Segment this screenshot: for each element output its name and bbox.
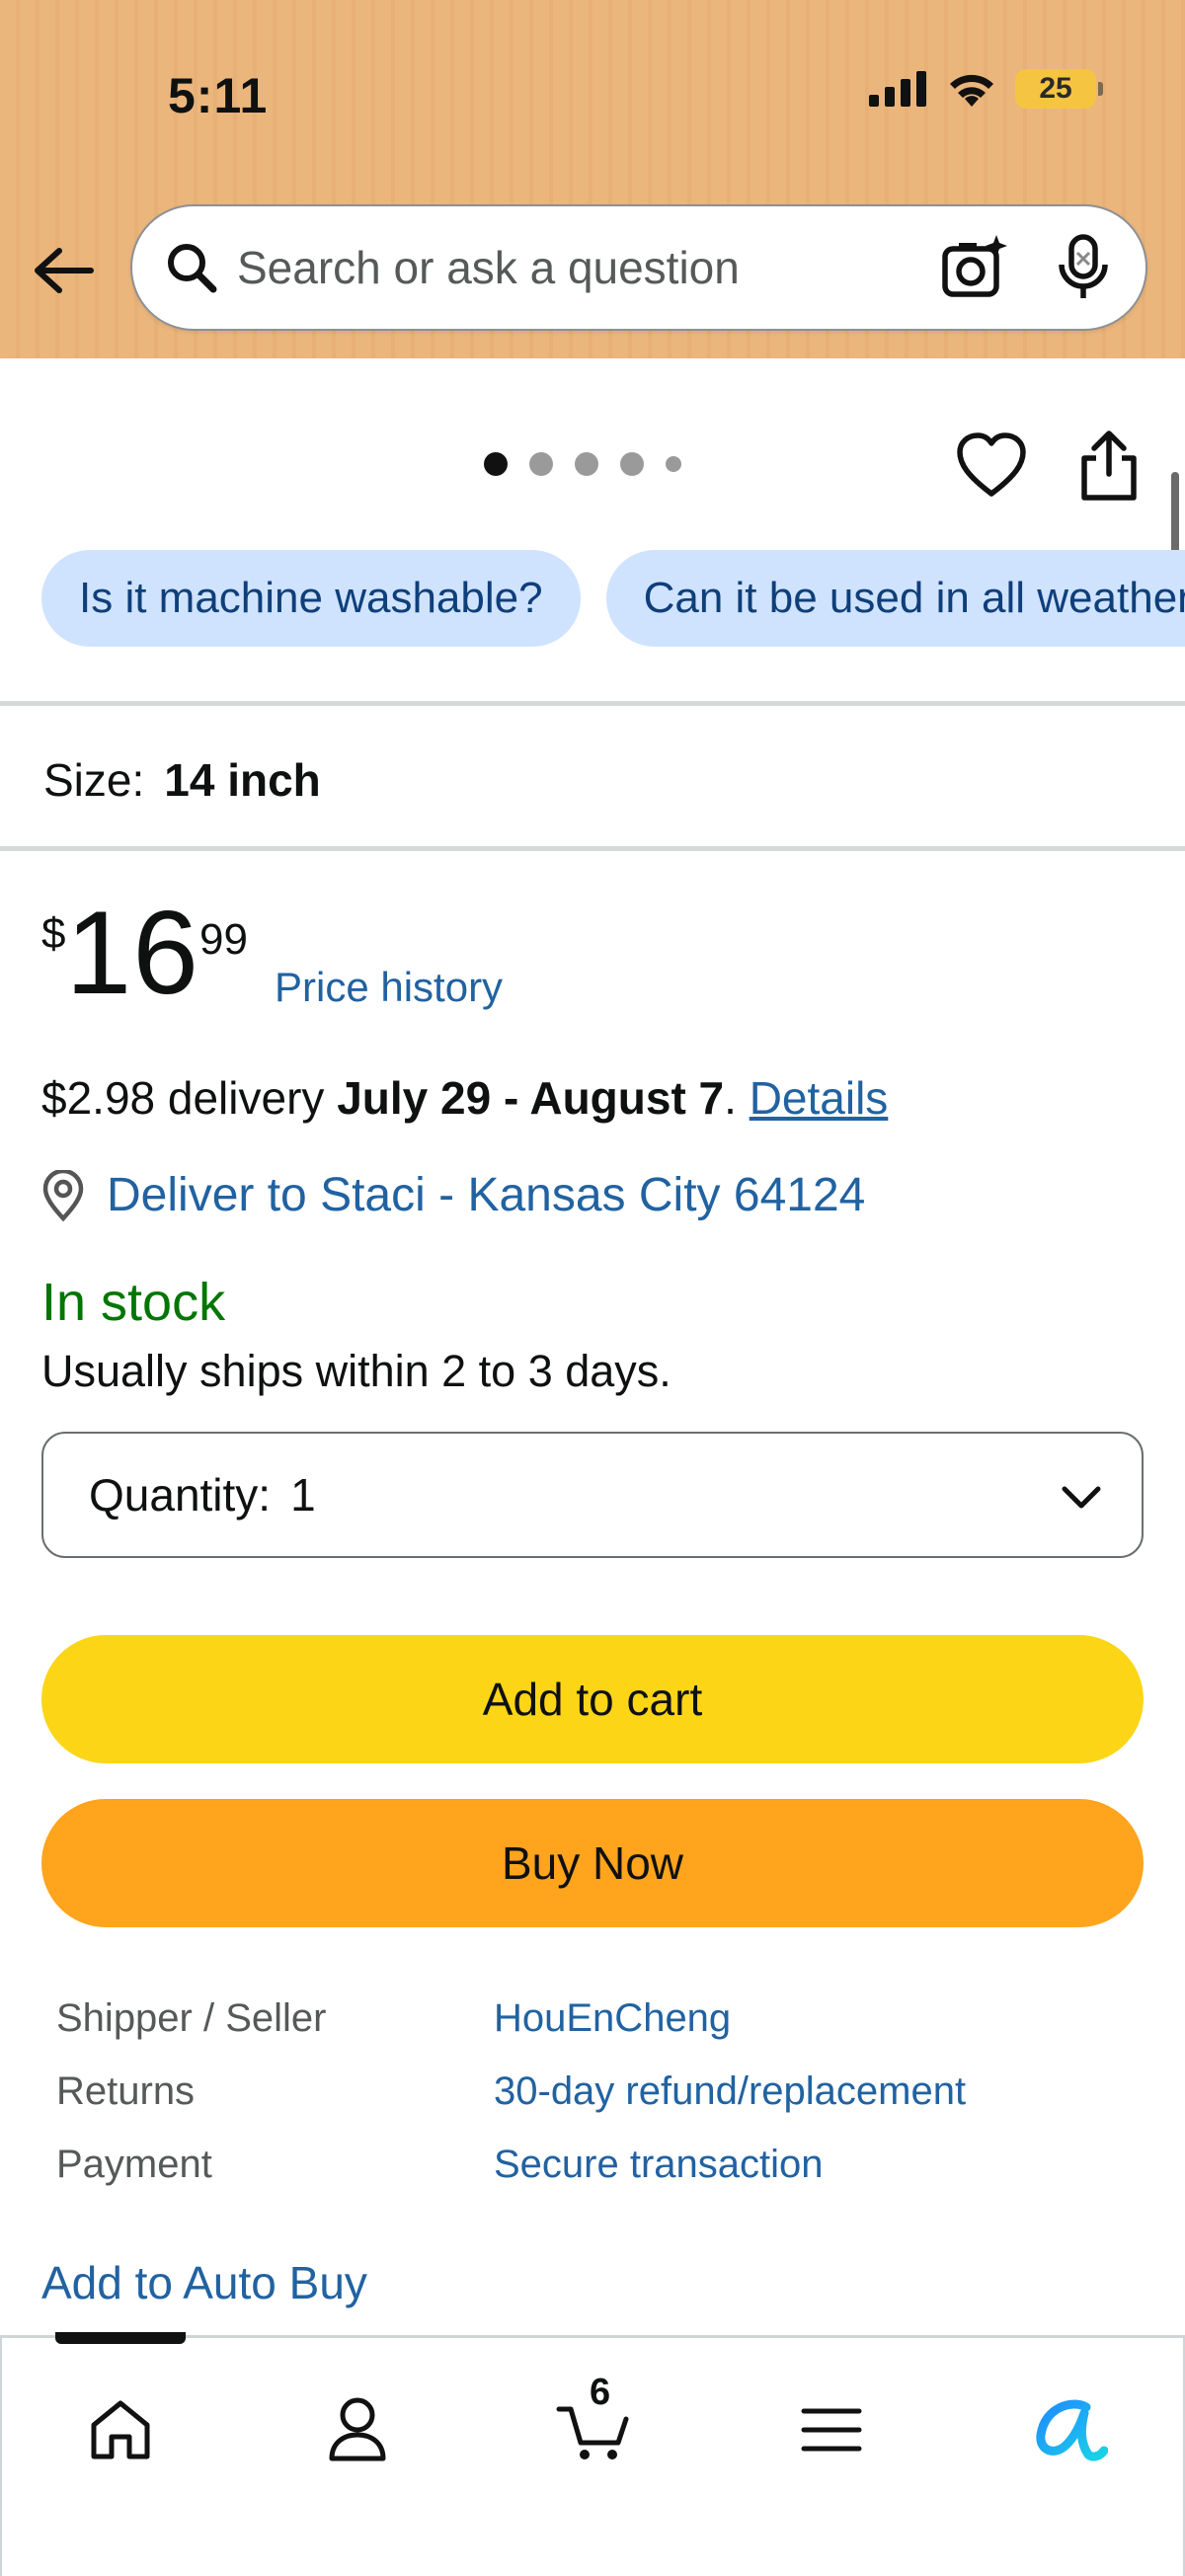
question-chip[interactable]: Can it be used in all weather? xyxy=(605,550,1185,647)
info-row: Payment Secure transaction xyxy=(56,2129,966,2200)
chevron-down-icon xyxy=(1062,1486,1101,1509)
price-fraction: 99 xyxy=(198,915,248,964)
image-carousel-dots xyxy=(484,452,681,476)
info-key: Shipper / Seller xyxy=(56,1995,327,2040)
add-to-auto-buy-link[interactable]: Add to Auto Buy xyxy=(41,2256,367,2309)
question-chip[interactable]: Is it machine washable? xyxy=(41,550,581,647)
carousel-dot[interactable] xyxy=(620,452,644,476)
carousel-dot[interactable] xyxy=(484,452,508,476)
heart-icon xyxy=(957,432,1026,497)
nav-account[interactable] xyxy=(303,2376,412,2484)
microphone-icon[interactable] xyxy=(1049,228,1118,307)
info-row: Returns 30-day refund/replacement xyxy=(56,2054,966,2129)
buy-now-button[interactable]: Buy Now xyxy=(41,1799,1144,1927)
wishlist-button[interactable] xyxy=(956,430,1027,502)
size-value: 14 inch xyxy=(164,754,321,806)
divider xyxy=(0,701,1185,706)
stock-status: In stock xyxy=(41,1273,226,1332)
header: 5:11 25 xyxy=(0,0,1185,358)
carousel-dot[interactable] xyxy=(529,452,553,476)
info-value-link[interactable]: Secure transaction xyxy=(494,2143,824,2187)
nav-cart[interactable]: 6 xyxy=(540,2372,649,2484)
delivery-details-link[interactable]: Details xyxy=(750,1072,889,1124)
camera-search-icon[interactable] xyxy=(934,228,1013,307)
info-value-link[interactable]: 30-day refund/replacement xyxy=(494,2069,966,2114)
info-value-link[interactable]: HouEnCheng xyxy=(494,1996,731,2041)
price-whole: 16 xyxy=(65,887,199,1019)
nav-home[interactable] xyxy=(66,2376,175,2484)
carousel-dot[interactable] xyxy=(575,452,598,476)
deliver-to-location[interactable]: Deliver to Staci - Kansas City 64124 xyxy=(41,1168,865,1222)
price-history-link[interactable]: Price history xyxy=(275,964,503,1011)
question-chips: Is it machine washable? Can it be used i… xyxy=(0,533,1185,662)
price: $ 16 99 xyxy=(41,894,248,1012)
quantity-value: 1 xyxy=(290,1469,316,1521)
wifi-icon xyxy=(950,74,993,107)
search-bar[interactable] xyxy=(130,204,1147,331)
status-icons: 25 xyxy=(869,69,1103,109)
deliver-to-text: Deliver to Staci - Kansas City 64124 xyxy=(107,1169,866,1221)
location-pin-icon xyxy=(42,1169,84,1221)
cart-count-badge: 6 xyxy=(590,2372,611,2413)
delivery-cost: $2.98 delivery xyxy=(41,1072,338,1124)
search-input[interactable] xyxy=(237,241,934,294)
price-currency: $ xyxy=(41,909,66,958)
seller-info-table: Shipper / Seller HouEnCheng Returns 30-d… xyxy=(56,1983,966,2200)
rufus-icon xyxy=(1036,2399,1108,2461)
bottom-navigation: 6 xyxy=(0,2332,1185,2576)
back-button[interactable] xyxy=(28,235,99,306)
share-icon xyxy=(1081,430,1137,501)
info-key: Payment xyxy=(56,2142,212,2186)
delivery-dates: July 29 - August 7 xyxy=(337,1072,725,1124)
info-key: Returns xyxy=(56,2069,196,2113)
size-label: Size: xyxy=(43,754,145,806)
quantity-label: Quantity: xyxy=(89,1469,272,1521)
carousel-dot[interactable] xyxy=(666,456,681,472)
quantity-dropdown[interactable]: Quantity: 1 xyxy=(41,1432,1144,1558)
nav-menu[interactable] xyxy=(777,2376,886,2484)
shipping-time: Usually ships within 2 to 3 days. xyxy=(41,1346,672,1396)
delivery-info: $2.98 delivery July 29 - August 7. Detai… xyxy=(41,1071,888,1125)
active-tab-indicator xyxy=(55,2332,186,2344)
back-arrow-icon xyxy=(35,248,94,293)
account-icon xyxy=(329,2397,386,2461)
status-time: 5:11 xyxy=(168,68,269,123)
search-icon xyxy=(162,238,221,297)
size-selector[interactable]: Size: 14 inch xyxy=(43,753,321,807)
nav-rufus[interactable] xyxy=(1014,2376,1123,2484)
menu-icon xyxy=(801,2408,862,2452)
add-to-cart-button[interactable]: Add to cart xyxy=(41,1635,1144,1763)
share-button[interactable] xyxy=(1074,429,1144,504)
delivery-period: . xyxy=(724,1072,750,1124)
battery-indicator: 25 xyxy=(1015,69,1103,109)
info-row: Shipper / Seller HouEnCheng xyxy=(56,1983,966,2054)
signal-icon xyxy=(869,71,926,107)
divider xyxy=(0,846,1185,851)
home-icon xyxy=(91,2400,150,2459)
